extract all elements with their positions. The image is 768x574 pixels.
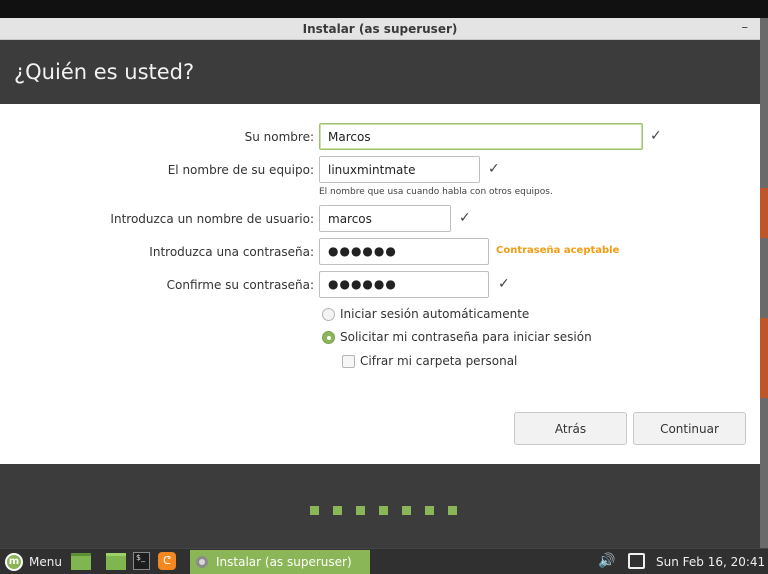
progress-step bbox=[448, 506, 457, 515]
installer-app-icon bbox=[196, 556, 208, 568]
autologin-option[interactable]: Iniciar sesión automáticamente bbox=[322, 305, 529, 323]
terminal-icon[interactable]: $_ bbox=[133, 552, 150, 570]
computer-name-hint: El nombre que usa cuando habla con otros… bbox=[319, 187, 553, 197]
row-name: Su nombre: ✓ bbox=[0, 123, 760, 153]
require-password-radio[interactable] bbox=[322, 330, 335, 344]
taskbar-window-installer[interactable]: Instalar (as superuser) bbox=[190, 550, 370, 574]
progress-step bbox=[333, 506, 342, 515]
display-icon[interactable] bbox=[628, 553, 645, 569]
top-screen-strip bbox=[0, 0, 768, 18]
encrypt-home-label: Cifrar mi carpeta personal bbox=[360, 354, 518, 368]
autologin-label: Iniciar sesión automáticamente bbox=[340, 307, 530, 321]
autologin-radio[interactable] bbox=[322, 307, 335, 321]
volume-icon[interactable]: 🔊 bbox=[598, 553, 615, 569]
installer-footer bbox=[0, 464, 760, 548]
progress-step bbox=[310, 506, 319, 515]
row-confirm: Confirme su contraseña: ●●●●●● ✓ bbox=[0, 271, 760, 301]
encrypt-home-option[interactable]: Cifrar mi carpeta personal bbox=[342, 352, 517, 370]
page-title: ¿Quién es usted? bbox=[14, 60, 195, 84]
taskbar: m Menu $_ ᕦ Instalar (as superuser) 🔊 Su… bbox=[0, 548, 768, 574]
background-orange-2 bbox=[760, 318, 768, 398]
folder-icon[interactable] bbox=[106, 553, 126, 570]
continue-button[interactable]: Continuar bbox=[633, 412, 746, 445]
background-window-edge bbox=[760, 18, 768, 548]
progress-step bbox=[425, 506, 434, 515]
row-username: Introduzca un nombre de usuario: ✓ bbox=[0, 205, 760, 235]
name-valid-check-icon: ✓ bbox=[650, 128, 662, 144]
progress-steps bbox=[310, 506, 471, 515]
encrypt-home-checkbox[interactable] bbox=[342, 354, 355, 368]
require-password-label: Solicitar mi contraseña para iniciar ses… bbox=[340, 330, 592, 344]
progress-step bbox=[379, 506, 388, 515]
password-strength: Contraseña aceptable bbox=[496, 245, 620, 256]
mint-menu-icon[interactable]: m bbox=[5, 553, 23, 571]
require-password-option[interactable]: Solicitar mi contraseña para iniciar ses… bbox=[322, 328, 592, 346]
window-title: Instalar (as superuser) bbox=[302, 22, 458, 36]
window-titlebar[interactable]: Instalar (as superuser) – bbox=[0, 18, 760, 40]
username-input[interactable] bbox=[319, 205, 451, 232]
firefox-icon[interactable]: ᕦ bbox=[158, 552, 176, 570]
menu-button[interactable]: Menu bbox=[29, 555, 62, 569]
back-button[interactable]: Atrás bbox=[514, 412, 627, 445]
password-label: Introduzca una contraseña: bbox=[149, 245, 314, 259]
taskbar-window-label: Instalar (as superuser) bbox=[216, 555, 352, 569]
row-computer: El nombre de su equipo: ✓ bbox=[0, 156, 760, 186]
background-orange-1 bbox=[760, 188, 768, 238]
progress-step bbox=[356, 506, 365, 515]
computer-name-input[interactable] bbox=[319, 156, 480, 183]
confirm-label: Confirme su contraseña: bbox=[166, 278, 314, 292]
password-input[interactable]: ●●●●●● bbox=[319, 238, 489, 265]
computer-valid-check-icon: ✓ bbox=[488, 161, 500, 177]
form-area: Su nombre: ✓ El nombre de su equipo: ✓ E… bbox=[0, 104, 760, 464]
row-password: Introduzca una contraseña: ●●●●●● Contra… bbox=[0, 238, 760, 268]
show-desktop-icon[interactable] bbox=[71, 553, 91, 570]
name-input[interactable] bbox=[319, 123, 643, 150]
confirm-valid-check-icon: ✓ bbox=[498, 276, 510, 292]
page-header: ¿Quién es usted? bbox=[0, 40, 760, 104]
name-label: Su nombre: bbox=[244, 130, 314, 144]
confirm-password-input[interactable]: ●●●●●● bbox=[319, 271, 489, 298]
username-valid-check-icon: ✓ bbox=[459, 210, 471, 226]
computer-label: El nombre de su equipo: bbox=[167, 163, 314, 177]
clock[interactable]: Sun Feb 16, 20:41 bbox=[656, 555, 765, 569]
minimize-button[interactable]: – bbox=[742, 20, 749, 35]
username-label: Introduzca un nombre de usuario: bbox=[110, 212, 314, 226]
progress-step bbox=[402, 506, 411, 515]
